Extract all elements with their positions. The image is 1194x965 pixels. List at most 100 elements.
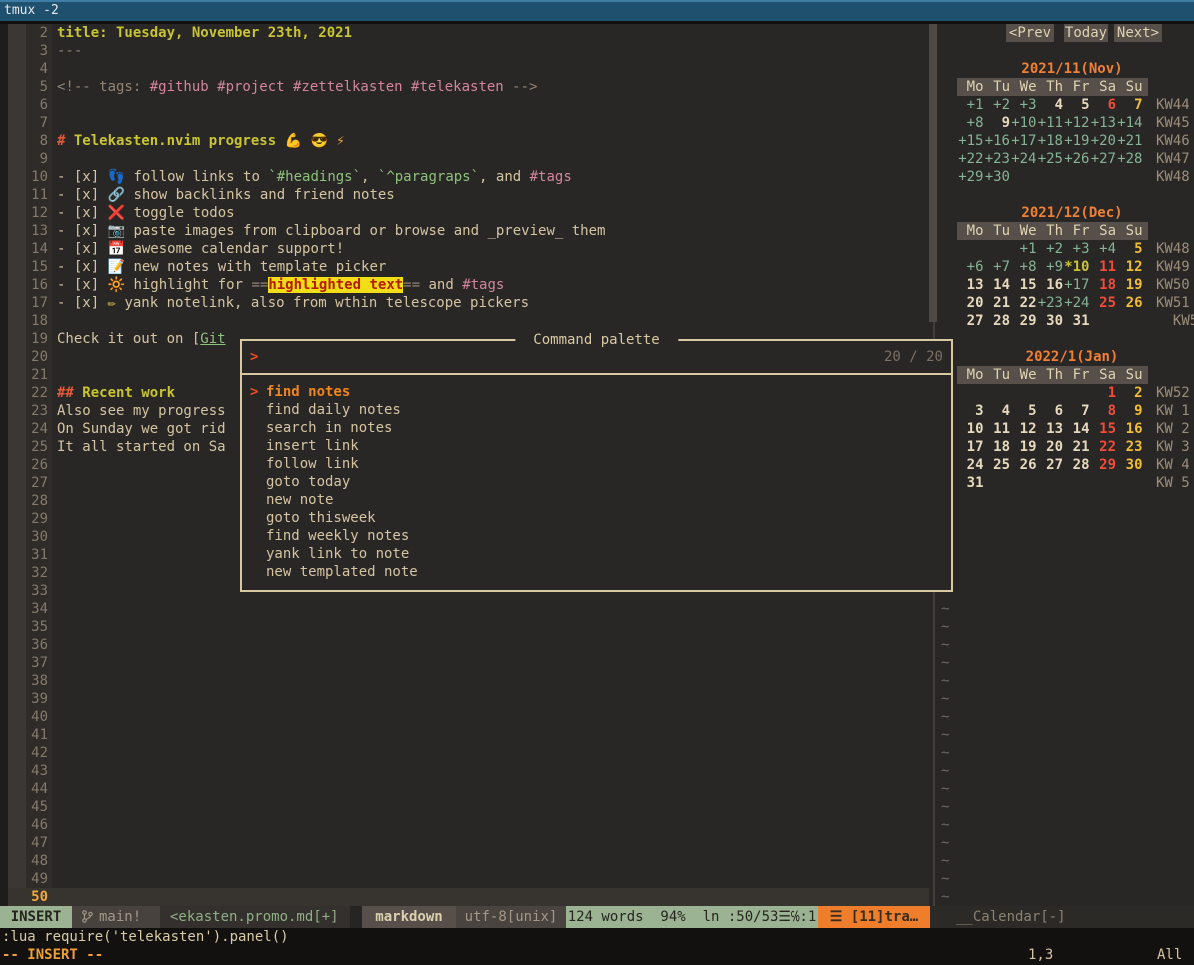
calendar-day[interactable]: +20	[1090, 132, 1117, 150]
calendar-day[interactable]: +8	[1010, 258, 1037, 276]
calendar-day[interactable]: +29	[957, 168, 984, 186]
palette-item[interactable]: >find notes	[242, 383, 951, 401]
calendar-day[interactable]: 2	[1116, 384, 1143, 402]
palette-item[interactable]: search in notes	[242, 419, 951, 437]
calendar-day[interactable]: +10	[1010, 114, 1037, 132]
calendar-day[interactable]: +28	[1116, 150, 1143, 168]
calendar-day[interactable]: 18	[984, 438, 1011, 456]
calendar-day[interactable]: +14	[1116, 114, 1143, 132]
calendar-day[interactable]: 7	[1116, 96, 1143, 114]
calendar-day[interactable]: 16	[1037, 276, 1064, 294]
calendar-day[interactable]: 16	[1116, 420, 1143, 438]
calendar-today-button[interactable]: Today	[1064, 24, 1108, 42]
palette-item[interactable]: goto thisweek	[242, 509, 951, 527]
calendar-day[interactable]: +13	[1090, 114, 1117, 132]
calendar-day[interactable]: +1	[1010, 240, 1037, 258]
calendar-day[interactable]: 18	[1090, 276, 1117, 294]
calendar-day[interactable]: +18	[1037, 132, 1064, 150]
calendar-day[interactable]: 31	[957, 474, 984, 492]
calendar-day[interactable]: 17	[957, 438, 984, 456]
calendar-day[interactable]: 20	[957, 294, 984, 312]
palette-item[interactable]: find weekly notes	[242, 527, 951, 545]
calendar-next-button[interactable]: Next>	[1114, 24, 1162, 42]
calendar-day[interactable]: 15	[1010, 276, 1037, 294]
calendar-day[interactable]: 19	[1116, 276, 1143, 294]
calendar-day[interactable]: 22	[1010, 294, 1037, 312]
calendar-day[interactable]: 13	[957, 276, 984, 294]
calendar-day[interactable]: 4	[984, 402, 1011, 420]
calendar-day[interactable]: +24	[1010, 150, 1037, 168]
calendar-day[interactable]: 28	[984, 312, 1011, 330]
calendar-prev-button[interactable]: <Prev	[1006, 24, 1054, 42]
calendar-day[interactable]: 25	[984, 456, 1011, 474]
calendar-day[interactable]: +2	[1037, 240, 1064, 258]
calendar-day[interactable]: 5	[1010, 402, 1037, 420]
calendar-day[interactable]: 12	[1010, 420, 1037, 438]
calendar-day[interactable]: +17	[1063, 276, 1090, 294]
calendar-day[interactable]: +22	[957, 150, 984, 168]
calendar-day[interactable]: 25	[1090, 294, 1117, 312]
calendar-day[interactable]: 7	[1063, 402, 1090, 420]
calendar-day[interactable]: +4	[1090, 240, 1117, 258]
calendar-day[interactable]: +11	[1037, 114, 1064, 132]
palette-item[interactable]: insert link	[242, 437, 951, 455]
calendar-day[interactable]: 27	[957, 312, 984, 330]
calendar-day[interactable]: 9	[1116, 402, 1143, 420]
calendar-day[interactable]: 13	[1037, 420, 1064, 438]
calendar-day[interactable]: 26	[1116, 294, 1143, 312]
calendar-day[interactable]: 15	[1090, 420, 1117, 438]
calendar-day[interactable]: +23	[984, 150, 1011, 168]
calendar-day[interactable]: 1	[1090, 384, 1117, 402]
calendar-day[interactable]: +7	[984, 258, 1011, 276]
calendar-day[interactable]: +26	[1063, 150, 1090, 168]
calendar-day[interactable]: 28	[1063, 456, 1090, 474]
calendar-day[interactable]: +19	[1063, 132, 1090, 150]
calendar-day[interactable]: 30	[1037, 312, 1064, 330]
palette-item[interactable]: follow link	[242, 455, 951, 473]
palette-item[interactable]: new note	[242, 491, 951, 509]
calendar-day[interactable]: 5	[1063, 96, 1090, 114]
scrollbar-thumb[interactable]	[929, 24, 937, 322]
calendar-day[interactable]: 11	[1090, 258, 1117, 276]
calendar-day[interactable]: 29	[1010, 312, 1037, 330]
calendar-day[interactable]: 14	[1063, 420, 1090, 438]
calendar-day[interactable]: 23	[1116, 438, 1143, 456]
calendar-day[interactable]: +6	[957, 258, 984, 276]
calendar-day[interactable]: 9	[984, 114, 1011, 132]
calendar-day[interactable]: 4	[1037, 96, 1064, 114]
calendar-day[interactable]: 6	[1037, 402, 1064, 420]
calendar-day[interactable]: +8	[957, 114, 984, 132]
calendar-day[interactable]: 8	[1090, 402, 1117, 420]
command-line[interactable]: :lua require('telekasten').panel()	[0, 928, 1194, 946]
calendar-day[interactable]: +12	[1063, 114, 1090, 132]
calendar-day[interactable]: 3	[957, 402, 984, 420]
calendar-day[interactable]: 29	[1090, 456, 1117, 474]
calendar-day[interactable]: 24	[957, 456, 984, 474]
calendar-day[interactable]: +15	[957, 132, 984, 150]
calendar-day[interactable]: +27	[1090, 150, 1117, 168]
calendar-day[interactable]: +21	[1116, 132, 1143, 150]
calendar-day[interactable]: +30	[984, 168, 1011, 186]
calendar-day[interactable]: 12	[1116, 258, 1143, 276]
palette-item[interactable]: find daily notes	[242, 401, 951, 419]
calendar-day[interactable]: +3	[1063, 240, 1090, 258]
calendar-day[interactable]: +25	[1037, 150, 1064, 168]
calendar-day[interactable]: 5	[1116, 240, 1143, 258]
calendar-day[interactable]: +24	[1063, 294, 1090, 312]
calendar-day[interactable]: 21	[1063, 438, 1090, 456]
calendar-day[interactable]: +23	[1037, 294, 1064, 312]
calendar-day[interactable]: +9	[1037, 258, 1064, 276]
calendar-day[interactable]: +16	[984, 132, 1011, 150]
calendar-day[interactable]: 21	[984, 294, 1011, 312]
calendar-day[interactable]: 14	[984, 276, 1011, 294]
palette-item[interactable]: new templated note	[242, 563, 951, 581]
calendar-day[interactable]: *10	[1063, 258, 1090, 276]
calendar-day[interactable]: 10	[957, 420, 984, 438]
calendar-day[interactable]: 30	[1116, 456, 1143, 474]
calendar-day[interactable]: 20	[1037, 438, 1064, 456]
calendar-day[interactable]: +3	[1010, 96, 1037, 114]
calendar-day[interactable]: +2	[984, 96, 1011, 114]
palette-item[interactable]: goto today	[242, 473, 951, 491]
calendar-day[interactable]: 19	[1010, 438, 1037, 456]
calendar-day[interactable]: +1	[957, 96, 984, 114]
